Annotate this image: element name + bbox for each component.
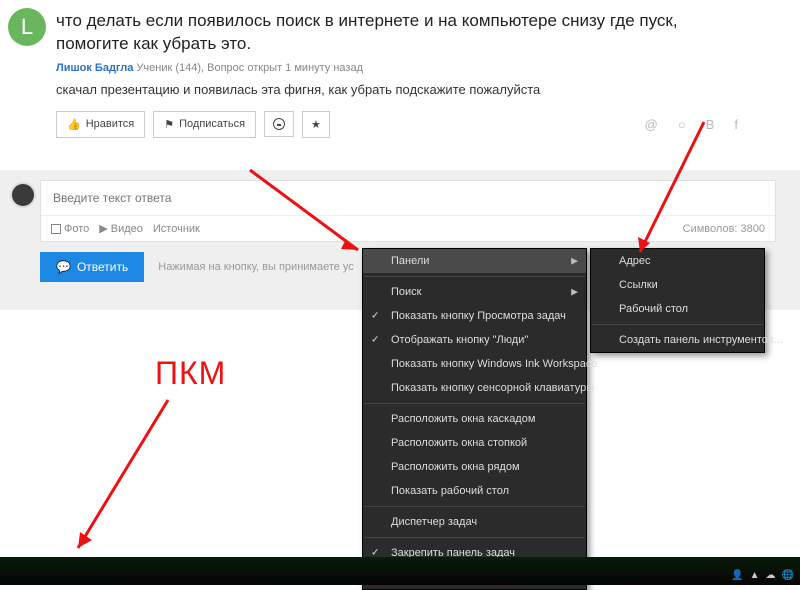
panels-submenu: Адрес Ссылки Рабочий стол Создать панель… [590, 248, 765, 353]
chat-icon: 💬 [56, 260, 71, 274]
answer-input[interactable] [41, 181, 775, 216]
answer-box: Фото ▶Видео Источник Символов: 3800 [40, 180, 776, 242]
question-body: скачал презентацию и появилась эта фигня… [56, 82, 744, 97]
tray-people-icon[interactable]: 👤 [731, 570, 743, 581]
taskbar[interactable]: 👤 ▲ ☁ 🌐 [0, 557, 800, 585]
char-counter: Символов: 3800 [683, 223, 765, 235]
question-rank: Ученик (144), Вопрос открыт 1 минуту наз… [136, 62, 363, 74]
ctx-separator [364, 403, 585, 404]
block-icon [273, 118, 285, 130]
attach-video-button[interactable]: ▶Видео [99, 222, 143, 235]
share-vk-icon[interactable]: B [700, 117, 721, 132]
ctx-cascade[interactable]: Расположить окна каскадом [363, 407, 586, 431]
ctx-panels[interactable]: Панели▶ [363, 249, 586, 273]
ctx-side[interactable]: Расположить окна рядом [363, 455, 586, 479]
check-icon: ✓ [371, 311, 379, 322]
share-mail-icon[interactable]: @ [639, 117, 664, 132]
check-icon: ✓ [371, 335, 379, 346]
share-ok-icon[interactable]: ○ [672, 117, 692, 132]
ctx-show-people[interactable]: ✓Отображать кнопку "Люди" [363, 328, 586, 352]
ctx-separator [364, 537, 585, 538]
chevron-right-icon: ▶ [571, 287, 578, 298]
tray-cloud-icon[interactable]: ☁ [766, 570, 776, 581]
question-author-link[interactable]: Лишок Бадгла [56, 62, 133, 74]
submit-row: 💬Ответить Нажимая на кнопку, вы принимае… [40, 252, 354, 282]
question-actions: 👍Нравится ⚑Подписаться ★ @ ○ B f [56, 111, 744, 138]
ctx-show-task-view[interactable]: ✓Показать кнопку Просмотра задач [363, 304, 586, 328]
block-button[interactable] [264, 111, 294, 137]
question-meta: Лишок Бадгла Ученик (144), Вопрос открыт… [56, 62, 744, 74]
system-tray[interactable]: 👤 ▲ ☁ 🌐 [731, 570, 794, 581]
ctx-stack[interactable]: Расположить окна стопкой [363, 431, 586, 455]
tray-chevron-up-icon[interactable]: ▲ [750, 570, 760, 581]
thumb-up-icon: 👍 [67, 118, 81, 131]
question-card: L что делать если появилось поиск в инте… [0, 0, 800, 138]
ctx-show-desktop[interactable]: Показать рабочий стол [363, 479, 586, 503]
answer-avatar [10, 182, 36, 208]
ctx-sub-new-toolbar[interactable]: Создать панель инструментов... [591, 328, 764, 352]
chevron-right-icon: ▶ [571, 256, 578, 267]
attach-photo-button[interactable]: Фото [51, 223, 89, 235]
ctx-separator [364, 506, 585, 507]
ctx-separator [364, 276, 585, 277]
bookmark-icon: ⚑ [164, 118, 174, 131]
ctx-task-manager[interactable]: Диспетчер задач [363, 510, 586, 534]
ctx-separator [592, 324, 763, 325]
attach-source-button[interactable]: Источник [153, 223, 200, 235]
video-icon: ▶ [99, 222, 107, 235]
question-title: что делать если появилось поиск в интерн… [56, 10, 744, 56]
photo-icon [51, 224, 61, 234]
submit-answer-button[interactable]: 💬Ответить [40, 252, 144, 282]
ctx-sub-links[interactable]: Ссылки [591, 273, 764, 297]
share-fb-icon[interactable]: f [728, 117, 744, 132]
star-icon: ★ [311, 118, 321, 131]
annotation-pkm-label: ПКМ [155, 355, 226, 392]
ctx-search[interactable]: Поиск▶ [363, 280, 586, 304]
ctx-show-touch-kb[interactable]: Показать кнопку сенсорной клавиатуры [363, 376, 586, 400]
subscribe-button[interactable]: ⚑Подписаться [153, 111, 256, 138]
star-button[interactable]: ★ [302, 111, 330, 138]
terms-text: Нажимая на кнопку, вы принимаете ус [158, 261, 354, 273]
tray-network-icon[interactable]: 🌐 [782, 570, 794, 581]
ctx-show-ink[interactable]: Показать кнопку Windows Ink Workspace [363, 352, 586, 376]
ctx-sub-address[interactable]: Адрес [591, 249, 764, 273]
answer-toolbar: Фото ▶Видео Источник Символов: 3800 [41, 216, 775, 241]
taskbar-context-menu: Панели▶ Поиск▶ ✓Показать кнопку Просмотр… [362, 248, 587, 590]
like-button[interactable]: 👍Нравится [56, 111, 145, 138]
ctx-sub-desktop[interactable]: Рабочий стол [591, 297, 764, 321]
question-avatar: L [8, 8, 46, 46]
